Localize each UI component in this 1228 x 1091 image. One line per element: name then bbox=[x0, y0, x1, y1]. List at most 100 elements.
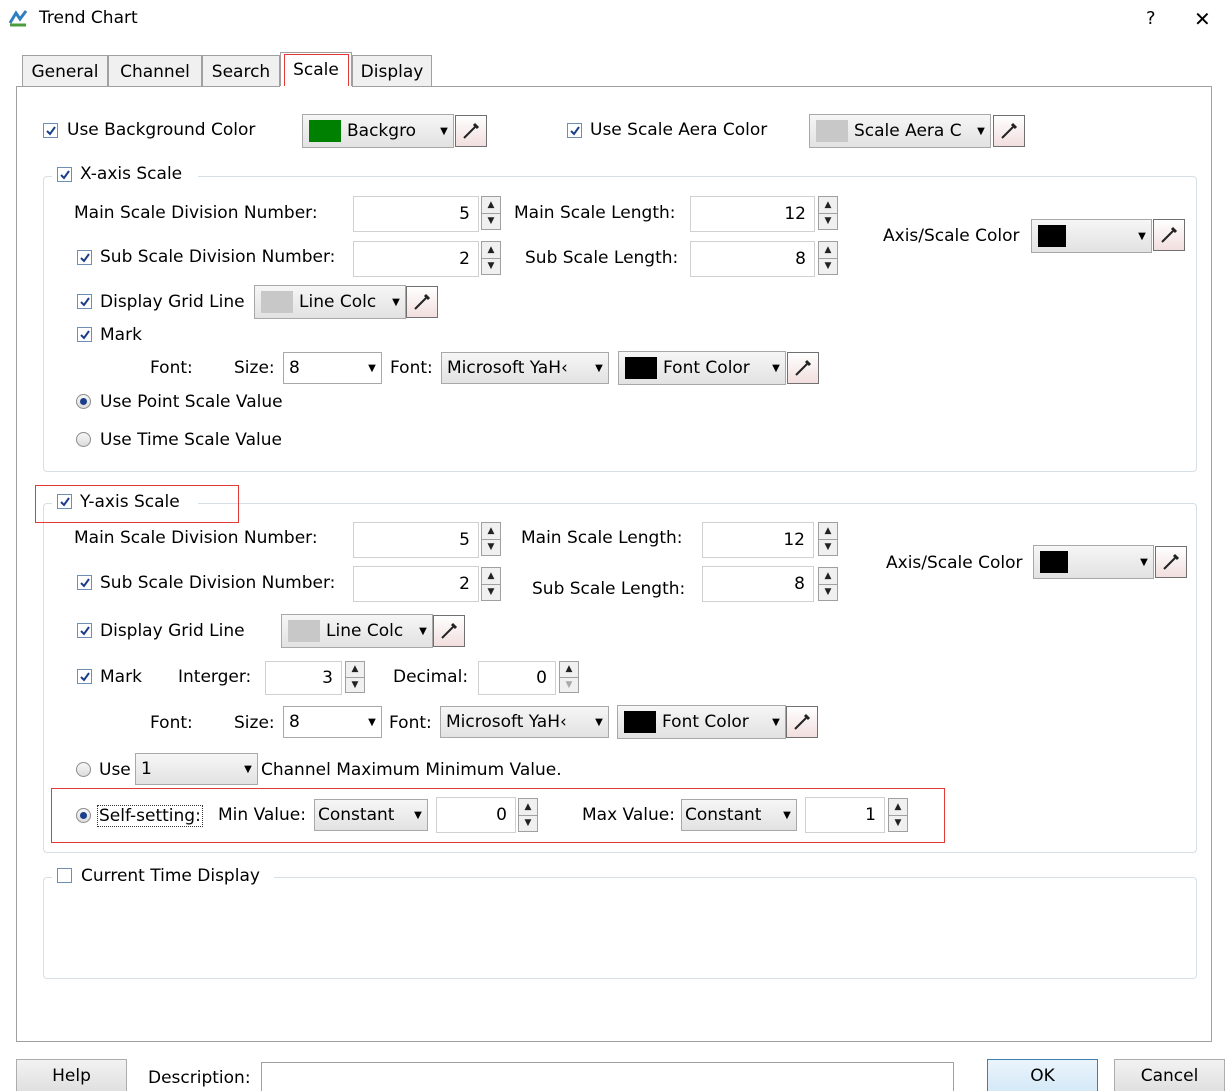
description-input[interactable] bbox=[261, 1062, 954, 1091]
y-decimal-input[interactable]: 0 bbox=[478, 661, 556, 695]
x-sub-division-checkbox[interactable] bbox=[77, 250, 92, 265]
y-max-value-input[interactable]: 1 bbox=[805, 797, 885, 833]
y-axis-color-combo[interactable]: ▼ bbox=[1033, 545, 1154, 579]
y-integer-input[interactable]: 3 bbox=[265, 661, 342, 695]
x-sub-division-spinner[interactable]: ▲ ▼ bbox=[481, 241, 501, 275]
spin-down-icon[interactable]: ▼ bbox=[482, 540, 500, 556]
use-scale-area-color-checkbox[interactable] bbox=[567, 123, 582, 138]
spin-up-icon[interactable]: ▲ bbox=[819, 242, 837, 259]
spin-up-icon[interactable]: ▲ bbox=[482, 523, 500, 540]
y-sub-length-input[interactable]: 8 bbox=[702, 566, 814, 602]
y-self-setting-radio[interactable] bbox=[76, 808, 91, 823]
background-color-picker-button[interactable] bbox=[455, 115, 487, 147]
y-integer-spinner[interactable]: ▲ ▼ bbox=[345, 661, 365, 693]
y-axis-scale-checkbox[interactable] bbox=[57, 494, 72, 509]
x-axis-color-combo[interactable]: ▼ bbox=[1031, 219, 1152, 253]
current-time-display-checkbox[interactable] bbox=[57, 868, 72, 883]
ok-button[interactable]: OK bbox=[987, 1059, 1098, 1091]
x-axis-color-picker-button[interactable] bbox=[1153, 219, 1185, 251]
x-font-select[interactable]: Microsoft YaH‹ ▼ bbox=[441, 352, 609, 384]
cancel-button[interactable]: Cancel bbox=[1114, 1059, 1225, 1091]
spin-down-icon[interactable]: ▼ bbox=[819, 214, 837, 230]
y-font-color-picker-button[interactable] bbox=[786, 706, 818, 738]
x-grid-line-checkbox[interactable] bbox=[77, 294, 92, 309]
x-font-color-picker-button[interactable] bbox=[787, 352, 819, 384]
x-main-division-spinner[interactable]: ▲ ▼ bbox=[481, 196, 501, 230]
x-font-color-combo[interactable]: Font Color ▼ bbox=[618, 351, 786, 385]
spin-down-icon[interactable]: ▼ bbox=[346, 678, 364, 693]
y-main-length-input[interactable]: 12 bbox=[702, 522, 814, 558]
y-sub-division-input[interactable]: 2 bbox=[353, 566, 479, 602]
y-use-channel-select[interactable]: 1 ▼ bbox=[135, 753, 258, 785]
spin-down-icon[interactable]: ▼ bbox=[819, 259, 837, 275]
spin-up-icon[interactable]: ▲ bbox=[560, 662, 578, 678]
spin-up-icon[interactable]: ▲ bbox=[482, 242, 500, 259]
y-font-select[interactable]: Microsoft YaH‹ ▼ bbox=[440, 706, 609, 738]
spin-up-icon[interactable]: ▲ bbox=[819, 197, 837, 214]
y-self-setting-label: Self-setting: bbox=[97, 805, 203, 827]
spin-up-icon[interactable]: ▲ bbox=[482, 197, 500, 214]
y-decimal-label: Decimal: bbox=[393, 667, 469, 687]
y-main-division-spinner[interactable]: ▲ ▼ bbox=[481, 522, 501, 556]
scale-area-color-combo[interactable]: Scale Aera C ▼ bbox=[809, 114, 991, 148]
x-axis-scale-checkbox[interactable] bbox=[57, 167, 72, 182]
x-time-scale-radio[interactable] bbox=[76, 432, 91, 447]
spin-up-icon[interactable]: ▲ bbox=[519, 799, 537, 816]
background-color-combo[interactable]: Backgro ▼ bbox=[302, 114, 454, 148]
spin-up-icon[interactable]: ▲ bbox=[482, 568, 500, 585]
y-grid-line-checkbox[interactable] bbox=[77, 623, 92, 638]
y-max-value-spinner[interactable]: ▲ ▼ bbox=[888, 798, 908, 832]
x-grid-color-combo[interactable]: Line Colc ▼ bbox=[254, 285, 406, 319]
help-icon[interactable]: ? bbox=[1146, 8, 1156, 29]
spin-up-icon[interactable]: ▲ bbox=[346, 662, 364, 678]
x-main-length-spinner[interactable]: ▲ ▼ bbox=[818, 196, 838, 230]
tab-display[interactable]: Display bbox=[352, 55, 432, 87]
spin-up-icon[interactable]: ▲ bbox=[819, 568, 837, 585]
x-main-length-input[interactable]: 12 bbox=[690, 196, 815, 232]
y-grid-color-picker-button[interactable] bbox=[433, 615, 465, 647]
spin-down-icon[interactable]: ▼ bbox=[819, 540, 837, 556]
spin-down-icon[interactable]: ▼ bbox=[819, 585, 837, 601]
y-min-mode-select[interactable]: Constant ▼ bbox=[314, 799, 428, 831]
spin-down-icon[interactable]: ▼ bbox=[889, 816, 907, 832]
spin-down-icon[interactable]: ▼ bbox=[482, 214, 500, 230]
y-sub-division-spinner[interactable]: ▲ ▼ bbox=[481, 567, 501, 601]
x-sub-length-spinner[interactable]: ▲ ▼ bbox=[818, 241, 838, 275]
y-min-value-spinner[interactable]: ▲ ▼ bbox=[518, 798, 538, 832]
y-channel-minmax-label: Channel Maximum Minimum Value. bbox=[261, 760, 562, 780]
y-use-channel-radio[interactable] bbox=[76, 762, 91, 777]
spin-down-icon[interactable]: ▼ bbox=[519, 816, 537, 832]
help-button[interactable]: Help bbox=[16, 1059, 127, 1091]
y-sub-length-spinner[interactable]: ▲ ▼ bbox=[818, 567, 838, 601]
y-decimal-spinner[interactable]: ▲ ▼ bbox=[559, 661, 579, 693]
spin-up-icon[interactable]: ▲ bbox=[889, 799, 907, 816]
tab-general[interactable]: General bbox=[22, 55, 108, 87]
y-mark-checkbox[interactable] bbox=[77, 669, 92, 684]
y-max-mode-select[interactable]: Constant ▼ bbox=[681, 799, 797, 831]
scale-area-color-picker-button[interactable] bbox=[993, 115, 1025, 147]
y-main-division-input[interactable]: 5 bbox=[353, 522, 479, 558]
x-sub-length-input[interactable]: 8 bbox=[690, 241, 815, 277]
tab-channel[interactable]: Channel bbox=[108, 55, 202, 87]
x-font-value: Microsoft YaH‹ bbox=[447, 358, 568, 378]
x-size-select[interactable]: 8 ▼ bbox=[283, 352, 382, 384]
spin-down-icon[interactable]: ▼ bbox=[482, 585, 500, 601]
x-mark-checkbox[interactable] bbox=[77, 327, 92, 342]
y-min-value-input[interactable]: 0 bbox=[436, 797, 516, 833]
spin-down-icon[interactable]: ▼ bbox=[560, 678, 578, 693]
y-grid-color-combo[interactable]: Line Colc ▼ bbox=[281, 614, 433, 648]
x-grid-color-picker-button[interactable] bbox=[406, 286, 438, 318]
x-sub-division-input[interactable]: 2 bbox=[353, 241, 479, 277]
x-point-scale-radio[interactable] bbox=[76, 394, 91, 409]
y-sub-division-checkbox[interactable] bbox=[77, 575, 92, 590]
spin-up-icon[interactable]: ▲ bbox=[819, 523, 837, 540]
use-background-color-checkbox[interactable] bbox=[43, 123, 58, 138]
x-main-division-input[interactable]: 5 bbox=[353, 196, 479, 232]
y-font-color-combo[interactable]: Font Color ▼ bbox=[617, 705, 786, 739]
y-main-length-spinner[interactable]: ▲ ▼ bbox=[818, 522, 838, 556]
tab-search[interactable]: Search bbox=[202, 55, 280, 87]
close-icon[interactable]: ✕ bbox=[1194, 7, 1211, 31]
y-size-select[interactable]: 8 ▼ bbox=[283, 706, 382, 738]
spin-down-icon[interactable]: ▼ bbox=[482, 259, 500, 275]
y-axis-color-picker-button[interactable] bbox=[1155, 546, 1187, 578]
